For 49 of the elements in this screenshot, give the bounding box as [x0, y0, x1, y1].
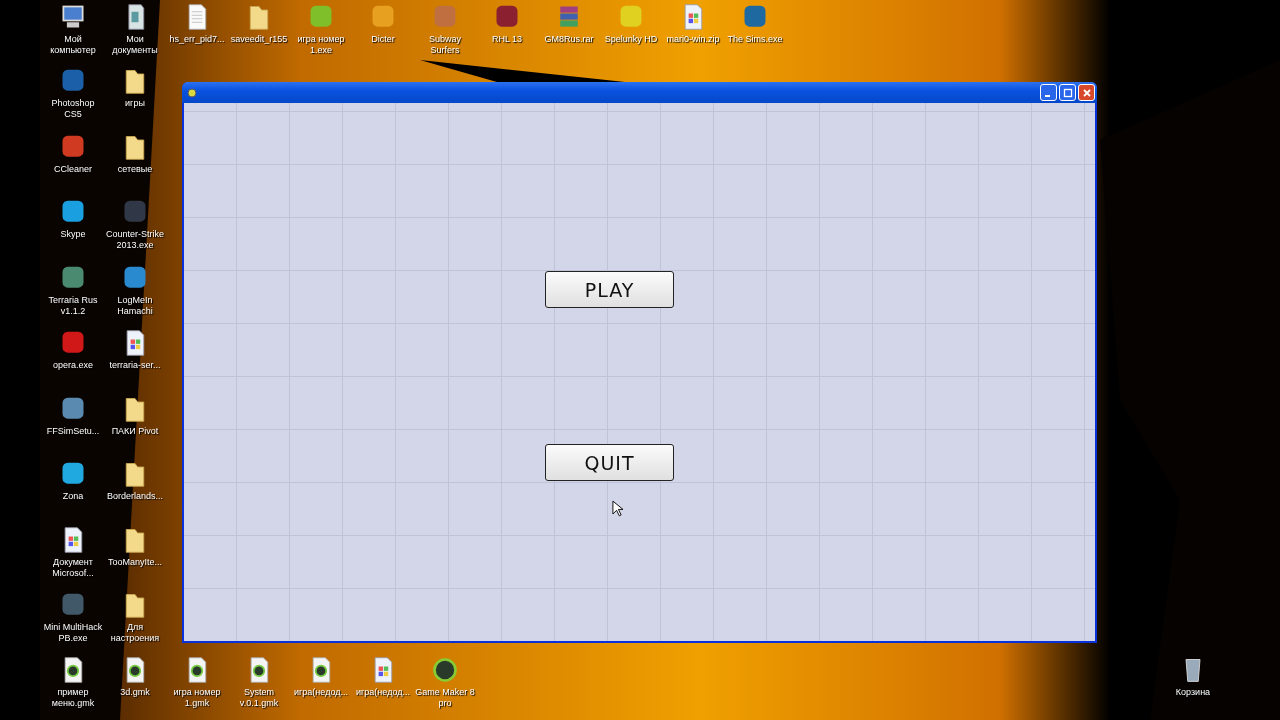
app-icon[interactable] — [431, 656, 459, 684]
icon-label: Zona — [62, 491, 84, 502]
icon-label: Skype — [60, 229, 86, 240]
icon-label: Spelunky HD — [604, 34, 658, 45]
icon-label: hs_err_pid7... — [169, 34, 225, 45]
icon-label: пример меню.gmk — [50, 687, 96, 709]
icon-label: Terraria Rus v1.1.2 — [47, 294, 99, 317]
icon-label: LogMeIn Hamachi — [116, 294, 154, 317]
icon-label: The Sims.exe — [727, 34, 783, 45]
icon-label: Dicter — [371, 34, 395, 45]
maximize-button[interactable] — [1059, 84, 1076, 101]
icon-label: Borderlands... — [107, 491, 163, 502]
menu-button[interactable]: PLAY — [545, 271, 674, 308]
icon-label: CCleaner — [54, 163, 92, 175]
icon-label: ПАКИ Pivot — [111, 425, 159, 437]
icon-label: Counter-Strike 2013.exe — [105, 229, 165, 251]
icon-label: Мои документы — [111, 34, 159, 56]
menu-button[interactable]: QUIT — [545, 444, 674, 481]
minimize-icon — [1045, 95, 1050, 97]
icon-label: GM8Rus.rar — [544, 34, 594, 45]
icon-label: игра номер 1.exe — [296, 34, 346, 56]
icon-label: Для настроения — [109, 622, 161, 644]
icon-label: игра(недод... — [356, 687, 410, 698]
icon-label: Photoshop CS5 — [50, 98, 96, 120]
icon-label: игры — [125, 98, 145, 109]
icon-label: terraria-ser... — [109, 360, 161, 371]
icon-label: TooManyIte... — [108, 556, 162, 568]
icon-label: Mini MultiHack PB.exe — [42, 622, 104, 644]
icon-label: FFSimSetu... — [46, 425, 100, 437]
icon-label: saveedit_r155 — [230, 34, 288, 45]
icon-label: игра номер 1.gmk — [172, 687, 222, 709]
icon-label: opera.exe — [53, 360, 93, 371]
minimize-button[interactable] — [1040, 84, 1057, 101]
icon-label: Документ Microsof... — [51, 556, 95, 579]
icon-label: System v.0.1.gmk — [238, 687, 280, 709]
icon-label: 3d.gmk — [120, 687, 150, 698]
close-button[interactable] — [1078, 84, 1095, 101]
icon-label: игра(недод... — [294, 687, 348, 698]
circle-icon — [187, 87, 197, 98]
mouse-cursor-icon — [612, 500, 623, 517]
icon-label: Game Maker 8 pro — [414, 687, 476, 709]
icon-label: mari0-win.zip — [666, 34, 720, 45]
maximize-icon — [1062, 87, 1073, 98]
icon-label: Мой компьютер — [49, 34, 97, 56]
close-icon — [1081, 87, 1092, 98]
icon-label: сетевые — [117, 163, 153, 175]
icon-label: Корзина — [1175, 687, 1211, 698]
icon-label: RHL 13 — [491, 34, 523, 45]
icon-label: Subway Surfers — [428, 34, 462, 56]
